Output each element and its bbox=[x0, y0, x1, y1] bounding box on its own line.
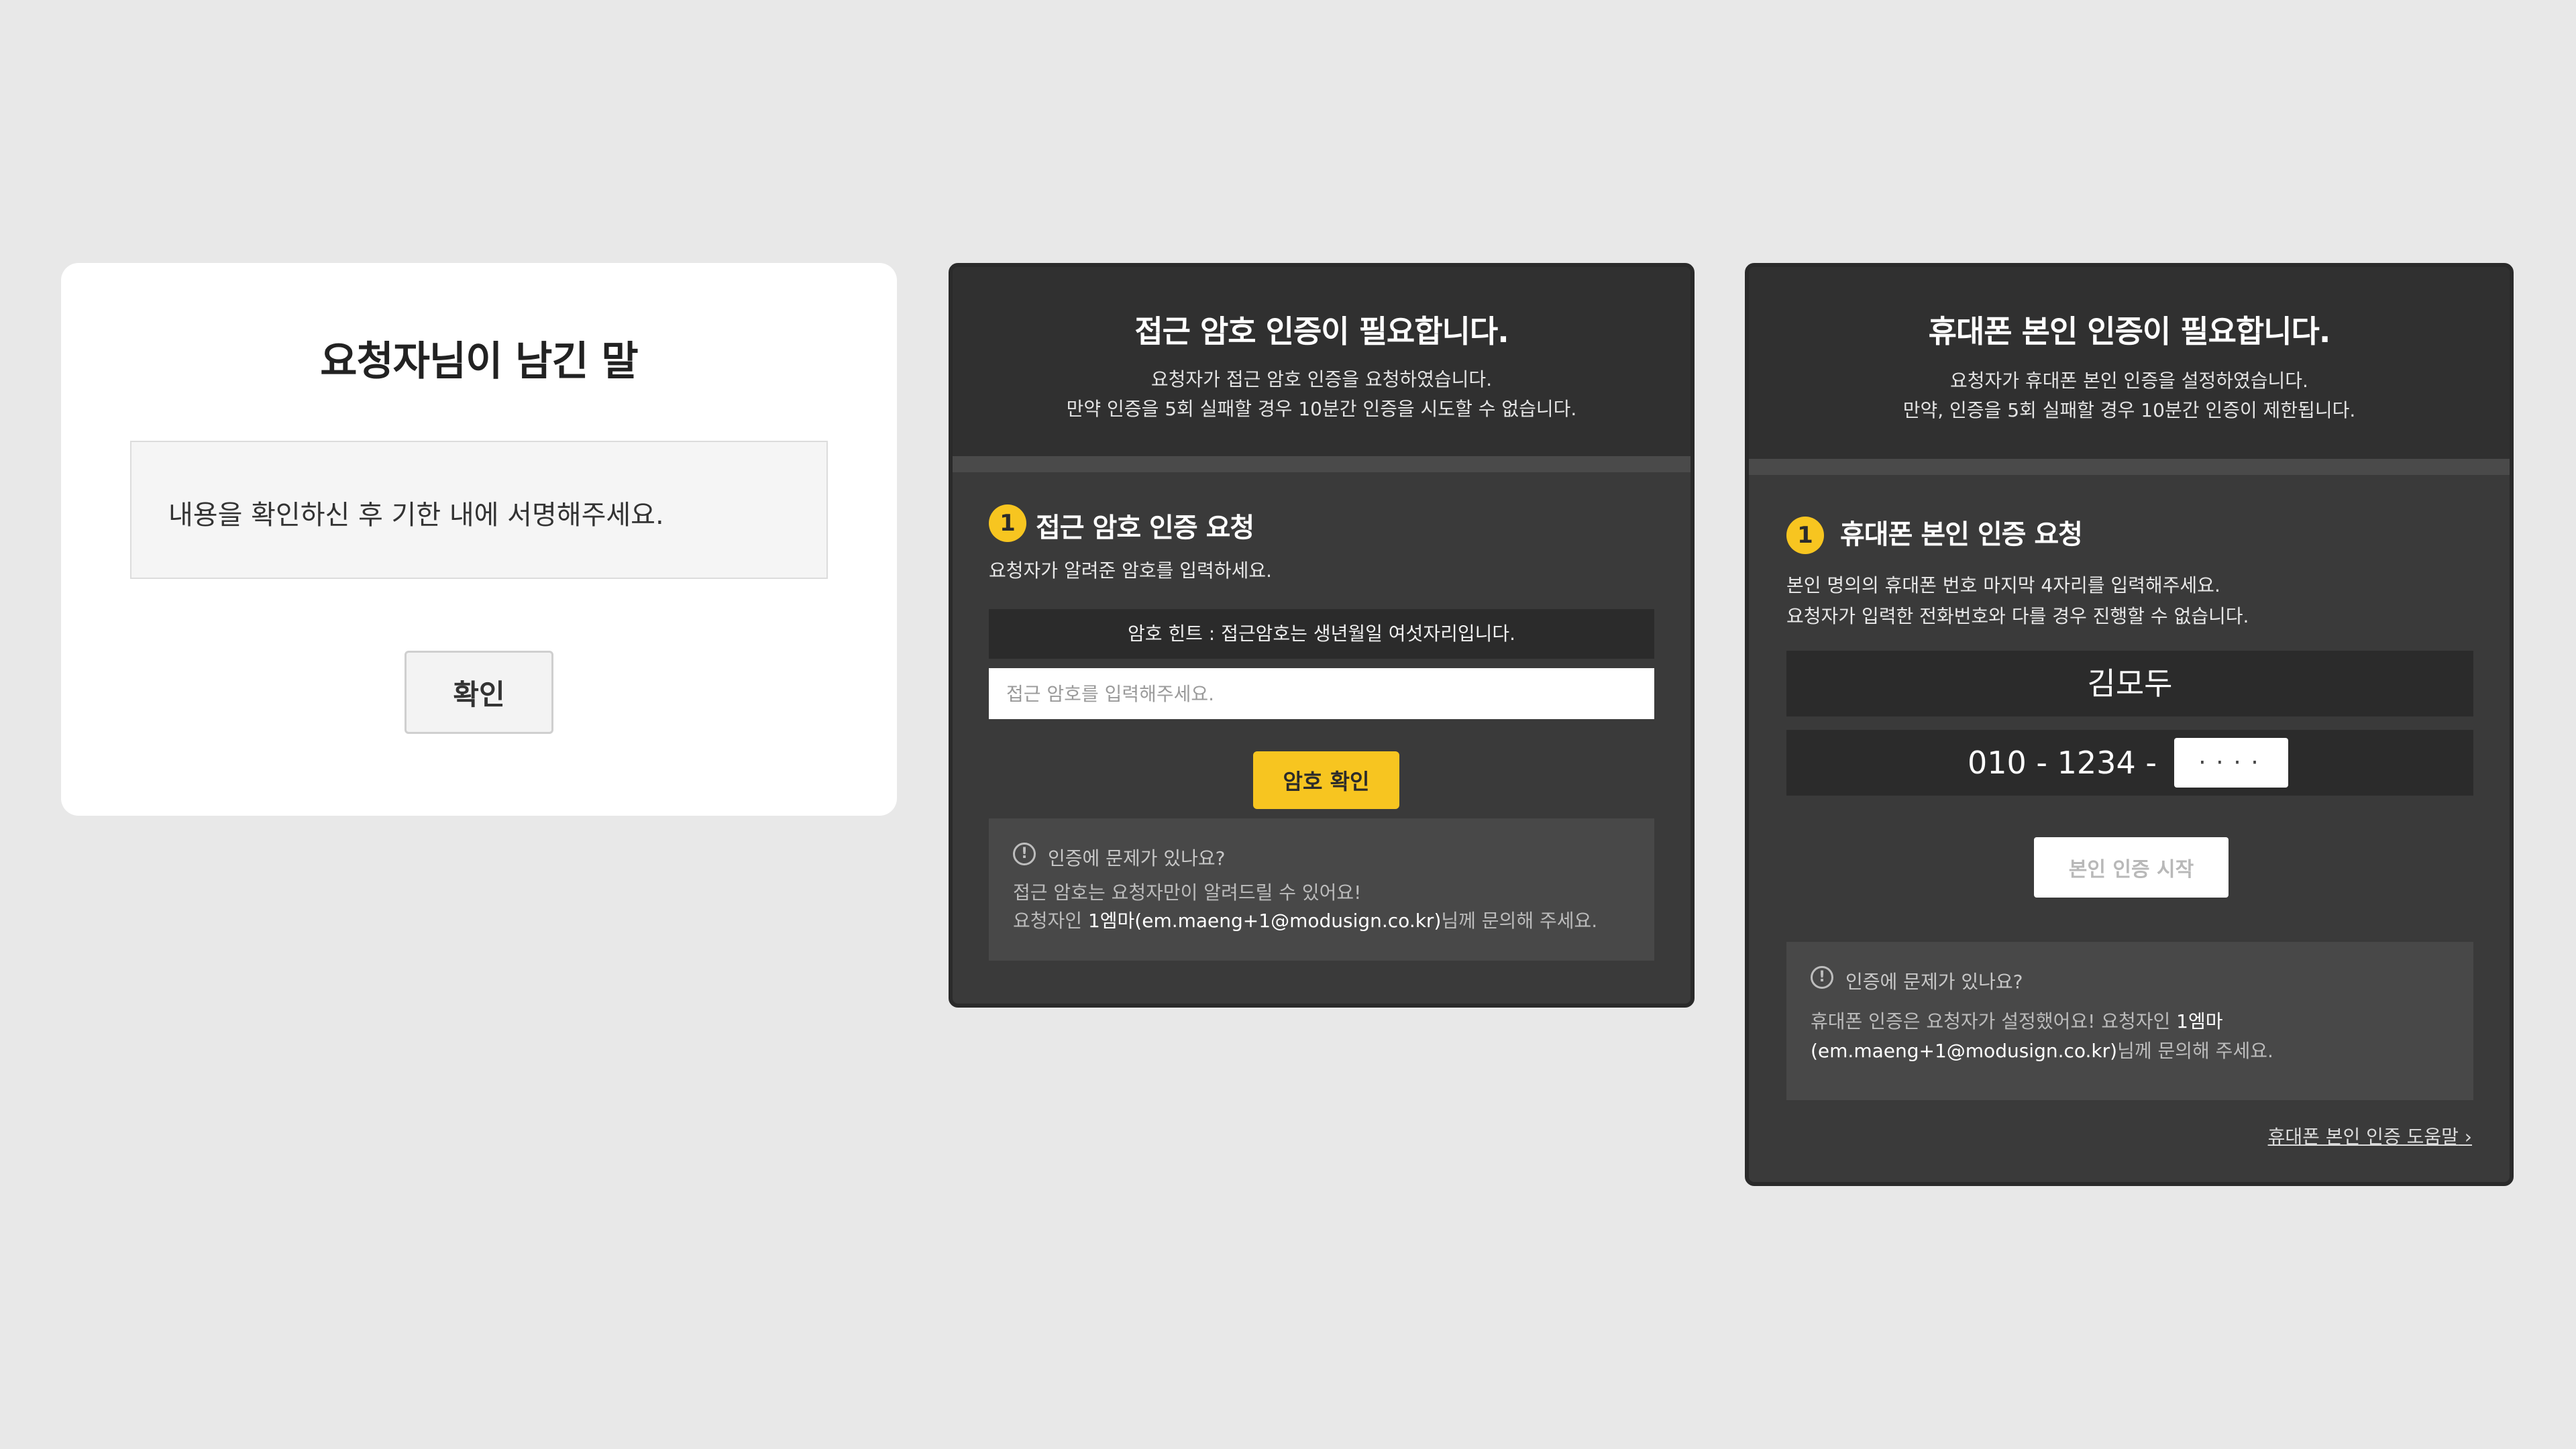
phone-instruction-line-1: 본인 명의의 휴대폰 번호 마지막 4자리를 입력해주세요. bbox=[1786, 574, 2220, 596]
password-help-box: ! 인증에 문제가 있나요? 접근 암호는 요청자만이 알려드릴 수 있어요! … bbox=[989, 818, 1654, 961]
start-verification-button[interactable]: 본인 인증 시작 bbox=[2034, 837, 2229, 898]
phone-panel-header: 휴대폰 본인 인증이 필요합니다. 요청자가 휴대폰 본인 인증을 설정하였습니… bbox=[1749, 267, 2510, 459]
phone-panel-title: 휴대폰 본인 인증이 필요합니다. bbox=[1928, 313, 2331, 350]
phone-panel-subtitle-1: 요청자가 휴대폰 본인 인증을 설정하였습니다. bbox=[1950, 370, 2308, 392]
user-name-display: 김모두 bbox=[1786, 651, 2473, 716]
phone-step-title: 휴대폰 본인 인증 요청 bbox=[1840, 519, 2083, 550]
chevron-right-icon: › bbox=[2458, 1126, 2472, 1148]
message-text: 내용을 확인하신 후 기한 내에 서명해주세요. bbox=[168, 500, 664, 531]
help-suffix: 님께 문의해 주세요. bbox=[1441, 910, 1598, 932]
phone-last-digits-input[interactable] bbox=[2174, 738, 2288, 788]
password-panel-subtitle-1: 요청자가 접근 암호 인증을 요청하였습니다. bbox=[1150, 368, 1493, 390]
phone-instruction-line-2: 요청자가 입력한 전화번호와 다를 경우 진행할 수 없습니다. bbox=[1786, 605, 2249, 627]
phone-number-prefix: 010 - 1234 - bbox=[1968, 745, 2157, 781]
confirm-button[interactable]: 확인 bbox=[405, 651, 553, 734]
access-password-panel: 접근 암호 인증이 필요합니다. 요청자가 접근 암호 인증을 요청하였습니다.… bbox=[949, 263, 1695, 1008]
requester-email: (em.maeng+1@modusign.co.kr) bbox=[1811, 1040, 2118, 1062]
phone-help-line-1: 휴대폰 인증은 요청자가 설정했어요! 요청자인 1엠마 bbox=[1811, 1008, 2223, 1036]
exclamation-circle-icon: ! bbox=[1811, 966, 1833, 989]
password-help-line-1: 접근 암호는 요청자만이 알려드릴 수 있어요! bbox=[1013, 881, 1362, 904]
panel-divider bbox=[953, 456, 1690, 472]
step-number-badge: 1 bbox=[989, 504, 1026, 542]
phone-verification-help-link[interactable]: 휴대폰 본인 인증 도움말 › bbox=[2268, 1122, 2472, 1149]
password-hint: 암호 힌트 : 접근암호는 생년월일 여섯자리입니다. bbox=[989, 609, 1654, 659]
panel-divider bbox=[1749, 459, 2510, 475]
phone-number-row: 010 - 1234 - bbox=[1786, 730, 2473, 796]
message-card-title: 요청자님이 남긴 말 bbox=[320, 338, 638, 385]
exclamation-circle-icon: ! bbox=[1013, 843, 1036, 865]
help-prefix: 요청자인 bbox=[1013, 910, 1088, 932]
help-link-label: 휴대폰 본인 인증 도움말 bbox=[2267, 1126, 2459, 1148]
phone-help-box: ! 인증에 문제가 있나요? 휴대폰 인증은 요청자가 설정했어요! 요청자인 … bbox=[1786, 942, 2473, 1100]
requester-contact: 1엠마(em.maeng+1@modusign.co.kr) bbox=[1087, 910, 1442, 932]
phone-help-title: 인증에 문제가 있나요? bbox=[1845, 971, 2023, 993]
password-panel-title: 접근 암호 인증이 필요합니다. bbox=[1134, 313, 1509, 350]
password-help-line-2: 요청자인 1엠마(em.maeng+1@modusign.co.kr)님께 문의… bbox=[1013, 907, 1597, 935]
step-number-badge: 1 bbox=[1786, 517, 1824, 554]
password-instruction: 요청자가 알려준 암호를 입력하세요. bbox=[989, 559, 1273, 582]
phone-help-line-2: (em.maeng+1@modusign.co.kr)님께 문의해 주세요. bbox=[1811, 1037, 2273, 1065]
phone-panel-subtitle-2: 만약, 인증을 5회 실패할 경우 10분간 인증이 제한됩니다. bbox=[1902, 399, 2356, 421]
password-help-title: 인증에 문제가 있나요? bbox=[1048, 847, 1226, 869]
password-step-title: 접근 암호 인증 요청 bbox=[1036, 513, 1254, 543]
help-suffix: 님께 문의해 주세요. bbox=[2117, 1040, 2273, 1062]
password-confirm-button[interactable]: 암호 확인 bbox=[1253, 751, 1399, 809]
help-prefix: 휴대폰 인증은 요청자가 설정했어요! 요청자인 bbox=[1811, 1010, 2177, 1032]
password-panel-subtitle-2: 만약 인증을 5회 실패할 경우 10분간 인증을 시도할 수 없습니다. bbox=[1066, 398, 1577, 420]
password-panel-header: 접근 암호 인증이 필요합니다. 요청자가 접근 암호 인증을 요청하였습니다.… bbox=[953, 267, 1690, 456]
requester-name: 1엠마 bbox=[2176, 1010, 2223, 1032]
requester-message-card: 요청자님이 남긴 말 내용을 확인하신 후 기한 내에 서명해주세요. 확인 bbox=[61, 263, 897, 816]
phone-verification-panel: 휴대폰 본인 인증이 필요합니다. 요청자가 휴대폰 본인 인증을 설정하였습니… bbox=[1745, 263, 2514, 1186]
message-box: 내용을 확인하신 후 기한 내에 서명해주세요. bbox=[130, 441, 828, 579]
access-password-input[interactable] bbox=[989, 668, 1654, 719]
